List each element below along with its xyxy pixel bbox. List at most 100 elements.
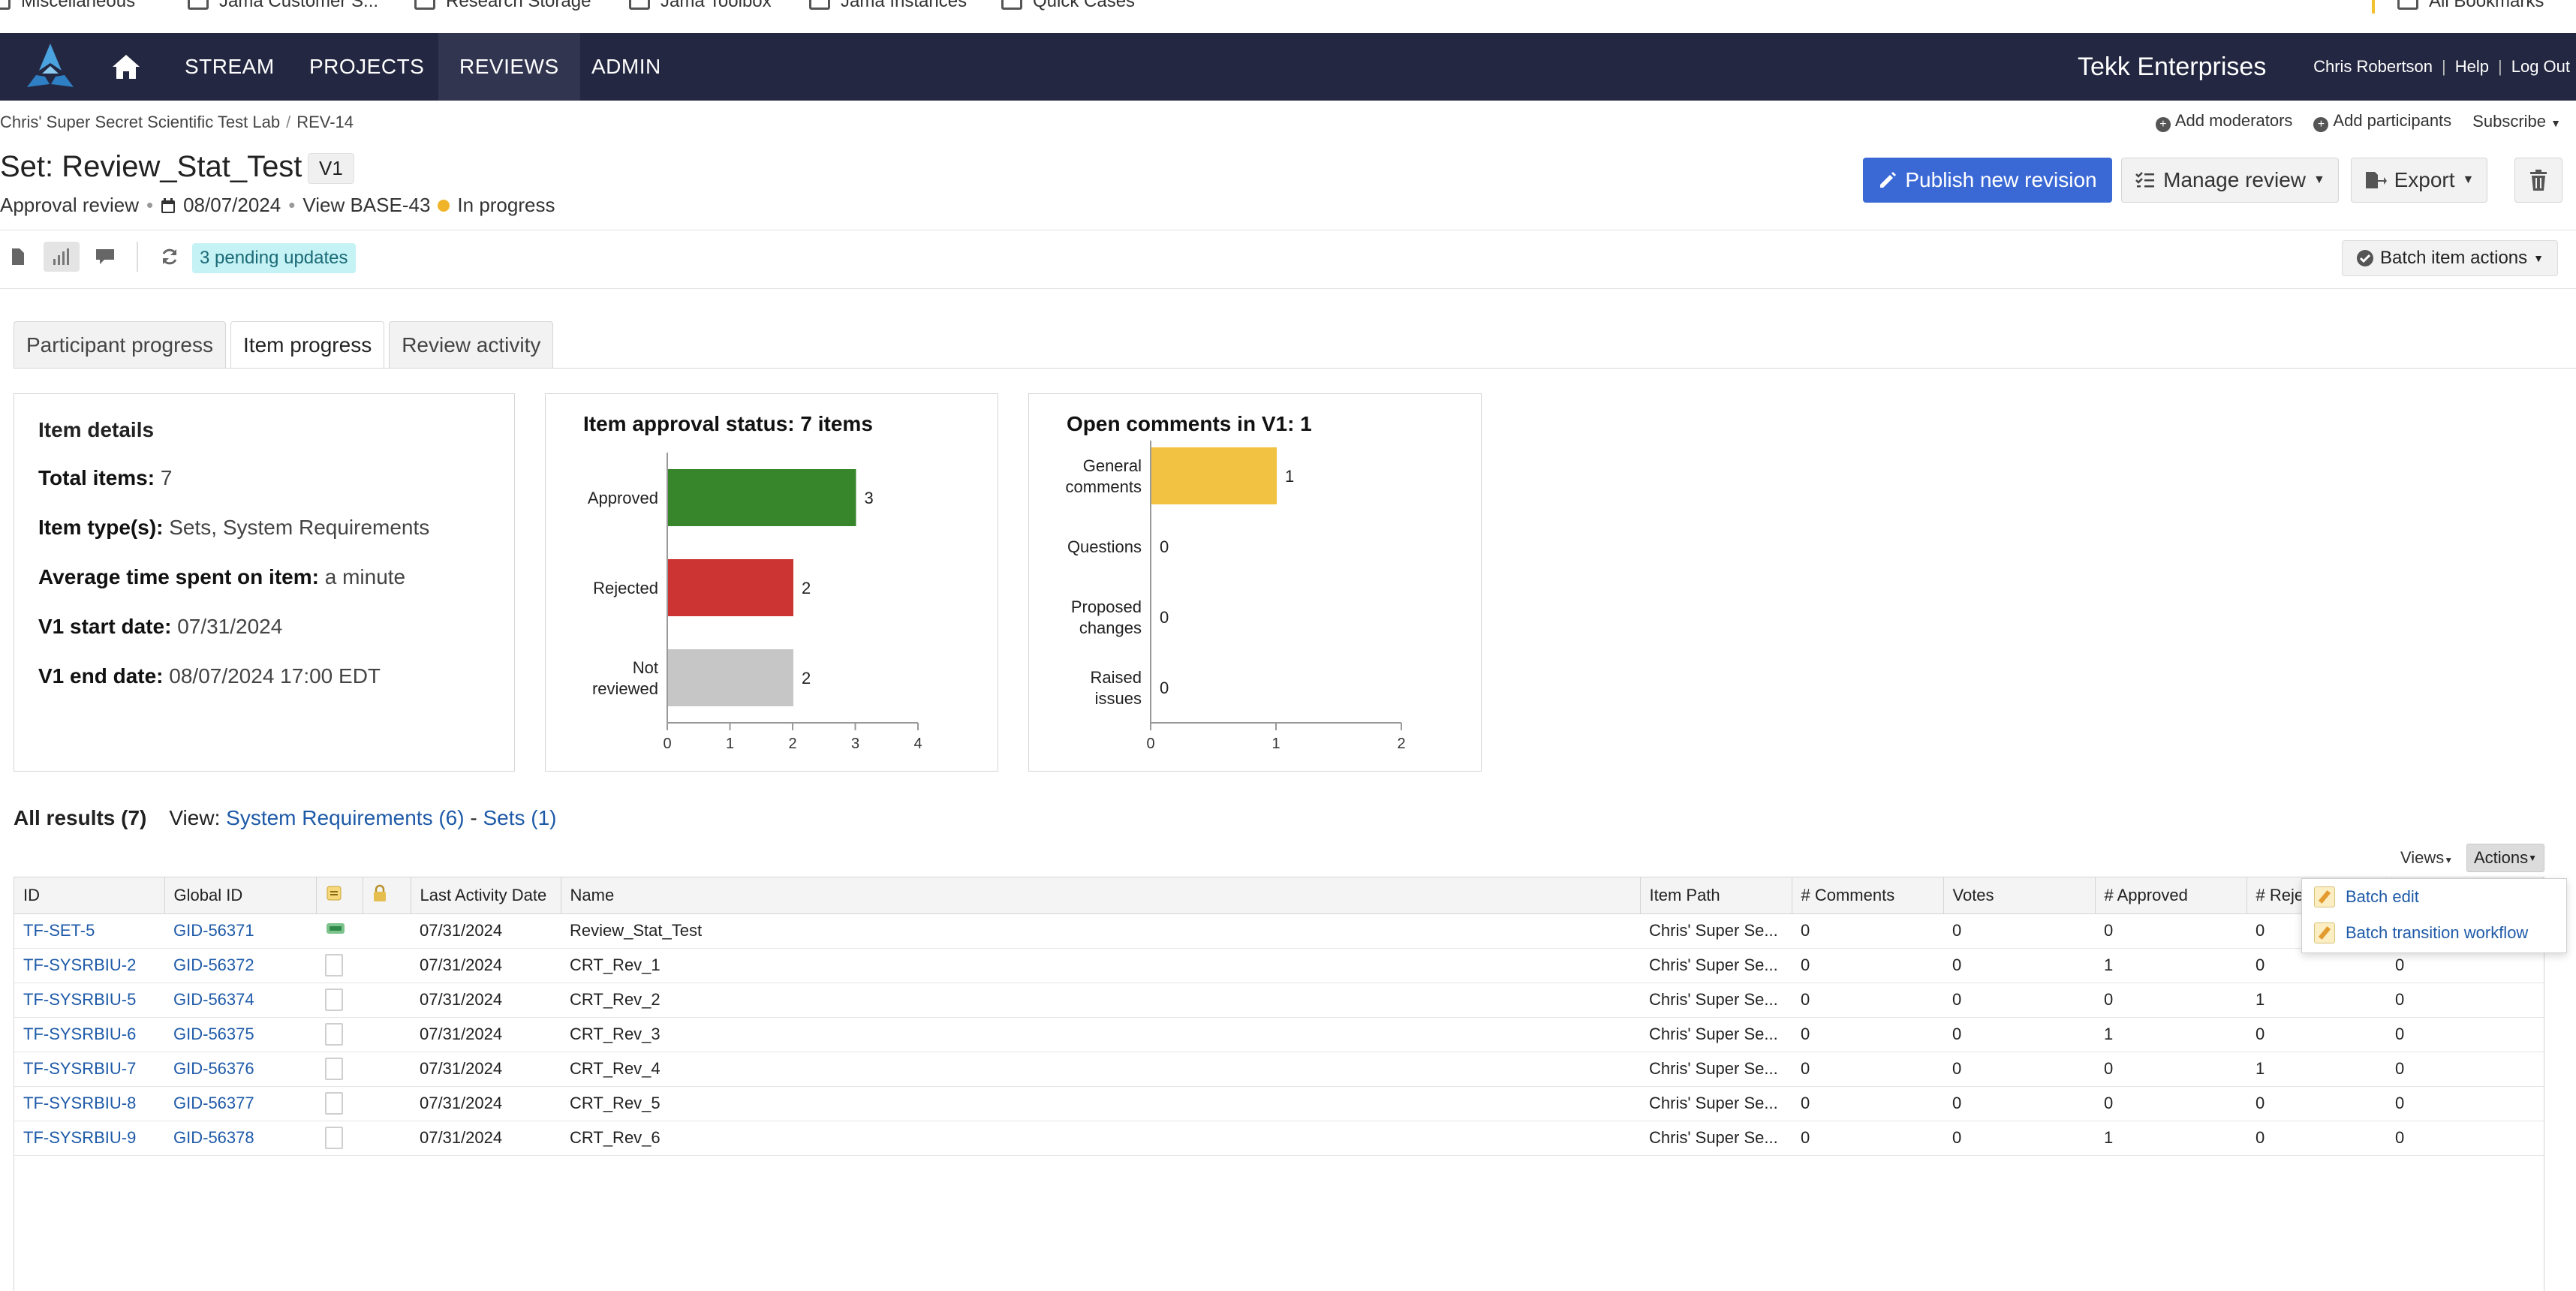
cell-global-id[interactable]: GID-56372 (164, 948, 316, 983)
bookmark-jama-toolbox[interactable]: Jama Toolbox (629, 0, 772, 12)
bookmark-jama-instances[interactable]: Jama Instances (809, 0, 967, 12)
bookmarks-bar: Miscellaneous Jama Customer S... Researc… (0, 0, 2576, 33)
cell-votes: 0 (1943, 1121, 2095, 1156)
add-moderators-link[interactable]: + Add moderators (2155, 111, 2292, 132)
detail-average-time: Average time spent on item: a minute (38, 565, 406, 588)
home-icon[interactable] (111, 53, 141, 81)
all-results[interactable]: All results (7) (14, 806, 146, 830)
views-dropdown[interactable]: Views▼ (2400, 848, 2453, 868)
table-row[interactable]: TF-SYSRBIU-5 GID-56374 07/31/2024 CRT_Rev_2… (14, 983, 2544, 1018)
cell-item-icon (316, 913, 363, 949)
results-table: ID Global ID Last Activity Date Name Ite… (14, 877, 2544, 1156)
cell-global-id[interactable]: GID-56378 (164, 1121, 316, 1156)
add-participants-link[interactable]: + Add participants (2313, 111, 2451, 132)
folder-icon (1001, 0, 1022, 10)
table-row[interactable]: TF-SYSRBIU-9 GID-56378 07/31/2024 CRT_Rev_6… (14, 1121, 2544, 1156)
nav-reviews[interactable]: REVIEWS (438, 33, 580, 101)
cell-lock (363, 1121, 411, 1156)
bookmark-jama-customer[interactable]: Jama Customer S... (188, 0, 378, 12)
cell-id[interactable]: TF-SET-5 (14, 913, 164, 949)
view-sets-link[interactable]: Sets (1) (483, 806, 556, 829)
bar[interactable] (668, 649, 793, 706)
pencil-icon (1880, 172, 1897, 188)
batch-edit-menu-item[interactable]: Batch edit (2302, 879, 2566, 915)
cell-item-icon (316, 948, 363, 983)
bookmark-miscellaneous[interactable]: Miscellaneous (0, 0, 135, 12)
logout-link[interactable]: Log Out (2511, 33, 2570, 101)
bookmark-research-storage[interactable]: Research Storage (414, 0, 591, 12)
user-name-link[interactable]: Chris Robertson (2313, 33, 2433, 101)
cell-id[interactable]: TF-SYSRBIU-9 (14, 1121, 164, 1156)
nav-stream[interactable]: STREAM (164, 33, 296, 101)
bar[interactable] (668, 559, 793, 616)
column-header-id[interactable]: ID (14, 877, 165, 914)
table-row[interactable]: TF-SYSRBIU-6 GID-56375 07/31/2024 CRT_Rev_3… (14, 1017, 2544, 1052)
cell-id[interactable]: TF-SYSRBIU-7 (14, 1052, 164, 1087)
cell-lock (363, 983, 411, 1018)
cell-global-id[interactable]: GID-56377 (164, 1086, 316, 1121)
workflow-icon (327, 886, 341, 901)
cell-global-id[interactable]: GID-56371 (164, 913, 316, 949)
column-header-approved[interactable]: # Approved (2095, 877, 2247, 914)
document-icon (325, 1127, 343, 1149)
cell-name: CRT_Rev_4 (561, 1052, 1640, 1087)
column-header-status-icon[interactable] (316, 877, 363, 914)
cell-id[interactable]: TF-SYSRBIU-6 (14, 1017, 164, 1052)
column-header-comments[interactable]: # Comments (1792, 877, 1944, 914)
cell-global-id[interactable]: GID-56375 (164, 1017, 316, 1052)
cell-comments: 0 (1792, 1121, 1943, 1156)
bookmark-all[interactable]: All Bookmarks (2397, 0, 2544, 12)
column-header-name[interactable]: Name (561, 877, 1641, 914)
cell-global-id[interactable]: GID-56374 (164, 983, 316, 1018)
subscribe-dropdown[interactable]: Subscribe ▼ (2472, 112, 2561, 131)
cell-id[interactable]: TF-SYSRBIU-2 (14, 948, 164, 983)
view-system-requirements-link[interactable]: System Requirements (6) (226, 806, 464, 829)
export-icon (2365, 172, 2387, 188)
bar[interactable] (1151, 447, 1277, 504)
column-header-global-id[interactable]: Global ID (164, 877, 317, 914)
nav-projects[interactable]: PROJECTS (288, 33, 445, 101)
tab-item-progress[interactable]: Item progress (230, 321, 385, 369)
cell-comments: 0 (1792, 913, 1943, 949)
batch-transition-workflow-menu-item[interactable]: Batch transition workflow (2302, 915, 2566, 951)
tab-participant-progress[interactable]: Participant progress (14, 321, 227, 368)
delete-button[interactable] (2514, 158, 2562, 203)
column-header-last-activity-date[interactable]: Last Activity Date (411, 877, 561, 914)
stats-view-button[interactable] (44, 242, 80, 272)
table-row[interactable]: TF-SET-5 GID-56371 07/31/2024 Review_Stat_T… (14, 913, 2544, 949)
breadcrumb-review[interactable]: REV-14 (296, 113, 354, 131)
view-baseline-link[interactable]: View BASE-43 (302, 194, 430, 217)
publish-new-revision-button[interactable]: Publish new revision (1863, 158, 2112, 203)
table-row[interactable]: TF-SYSRBIU-8 GID-56377 07/31/2024 CRT_Rev_5… (14, 1086, 2544, 1121)
bar[interactable] (668, 469, 856, 526)
actions-dropdown[interactable]: Actions ▼ (2466, 844, 2544, 872)
cell-global-id[interactable]: GID-56376 (164, 1052, 316, 1087)
plus-circle-icon: + (2313, 117, 2329, 132)
batch-item-actions-button[interactable]: Batch item actions ▼ (2342, 240, 2558, 276)
export-button[interactable]: Export ▼ (2351, 158, 2487, 203)
table-row[interactable]: TF-SYSRBIU-2 GID-56372 07/31/2024 CRT_Rev_1… (14, 948, 2544, 983)
approval-status-panel: Item approval status: 7 items 0 1 2 3 4 3 Appr… (545, 393, 998, 772)
table-row[interactable]: TF-SYSRBIU-7 GID-56376 07/31/2024 CRT_Rev_4… (14, 1052, 2544, 1087)
approval-chart-title: Item approval status: 7 items (583, 412, 873, 435)
breadcrumb-project[interactable]: Chris' Super Secret Scientific Test Lab (0, 113, 280, 131)
pending-updates-badge[interactable]: 3 pending updates (192, 243, 356, 273)
column-header-votes[interactable]: Votes (1943, 877, 2096, 914)
refresh-button[interactable] (152, 242, 188, 272)
comments-view-button[interactable] (87, 242, 123, 272)
column-header-lock-icon[interactable] (363, 877, 411, 914)
document-view-button[interactable] (0, 242, 36, 272)
cell-id[interactable]: TF-SYSRBIU-5 (14, 983, 164, 1018)
column-header-item-path[interactable]: Item Path (1640, 877, 1792, 914)
cell-id[interactable]: TF-SYSRBIU-8 (14, 1086, 164, 1121)
cell-extra: 0 (2386, 983, 2544, 1018)
jama-logo-icon[interactable] (23, 41, 78, 93)
nav-admin[interactable]: ADMIN (570, 33, 682, 101)
manage-review-button[interactable]: Manage review ▼ (2121, 158, 2339, 203)
review-meta: Approval review • 08/07/2024 • View BASE… (0, 194, 555, 217)
version-badge: V1 (308, 153, 354, 184)
bookmark-quick-cases[interactable]: Quick Cases (1001, 0, 1135, 12)
cell-lock (363, 913, 411, 949)
tab-review-activity[interactable]: Review activity (389, 321, 554, 368)
help-link[interactable]: Help (2455, 33, 2489, 101)
